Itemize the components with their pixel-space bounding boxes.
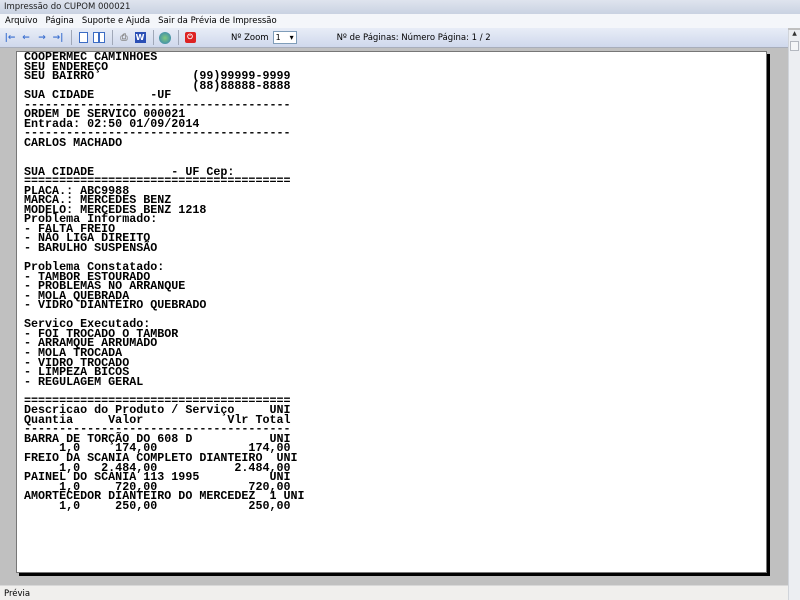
menu-pagina[interactable]: Página	[43, 15, 77, 27]
report-page: COOPERMEC CAMINHOES SEU ENDEREÇO SEU BAIRR…	[16, 51, 767, 573]
report-text: COOPERMEC CAMINHOES SEU ENDEREÇO SEU BAIRR…	[24, 51, 305, 513]
print-icon[interactable]: ⎙	[117, 31, 131, 45]
zoom-select[interactable]: 1 ▾	[272, 31, 297, 44]
report-line: - REGULAGEM GERAL	[24, 374, 144, 389]
refresh-icon[interactable]	[158, 31, 172, 45]
separator	[112, 30, 113, 45]
menu-sair-previa[interactable]: Sair da Prévia de Impressão	[155, 15, 280, 27]
first-page-icon[interactable]: |←	[3, 31, 17, 45]
preview-area: COOPERMEC CAMINHOES SEU ENDEREÇO SEU BAIRR…	[0, 48, 788, 585]
status-bar: Prévia	[0, 585, 788, 600]
window-title-bar: Impressão do CUPOM 000021	[0, 0, 800, 14]
page-count-label: Nº de Páginas: Número Página: 1 / 2	[336, 32, 491, 43]
report-line: - VIDRO DIANTEIRO QUEBRADO	[24, 298, 207, 313]
close-icon[interactable]: ⏻	[183, 31, 197, 45]
two-pages-icon[interactable]	[92, 31, 106, 45]
report-line: - BARULHO SUSPENSÃO	[24, 240, 158, 255]
toolbar: |← ← → →| ⎙ W ⏻ Nº Zoom 1 ▾ Nº de Páginas…	[0, 28, 788, 48]
next-page-icon[interactable]: →	[35, 31, 49, 45]
menu-arquivo[interactable]: Arquivo	[2, 15, 41, 27]
single-page-icon[interactable]	[76, 31, 90, 45]
report-line: CARLOS MACHADO	[24, 135, 123, 150]
vertical-scrollbar[interactable]: ▲	[788, 30, 800, 600]
zoom-value: 1	[275, 33, 281, 42]
previous-page-icon[interactable]: ←	[19, 31, 33, 45]
separator	[71, 30, 72, 45]
separator	[153, 30, 154, 45]
last-page-icon[interactable]: →|	[51, 31, 65, 45]
window-title: Impressão do CUPOM 000021	[4, 2, 131, 12]
status-text: Prévia	[4, 589, 31, 599]
chevron-down-icon: ▾	[289, 33, 294, 42]
report-line: 1,0 250,00 250,00	[24, 498, 291, 513]
word-export-icon[interactable]: W	[133, 31, 147, 45]
zoom-label: Nº Zoom	[231, 32, 269, 43]
separator	[178, 30, 179, 45]
scroll-up-icon[interactable]: ▲	[789, 30, 800, 40]
menu-bar: Arquivo Página Suporte e Ajuda Sair da P…	[0, 14, 800, 28]
scroll-thumb[interactable]	[790, 41, 799, 51]
menu-suporte-ajuda[interactable]: Suporte e Ajuda	[79, 15, 153, 27]
